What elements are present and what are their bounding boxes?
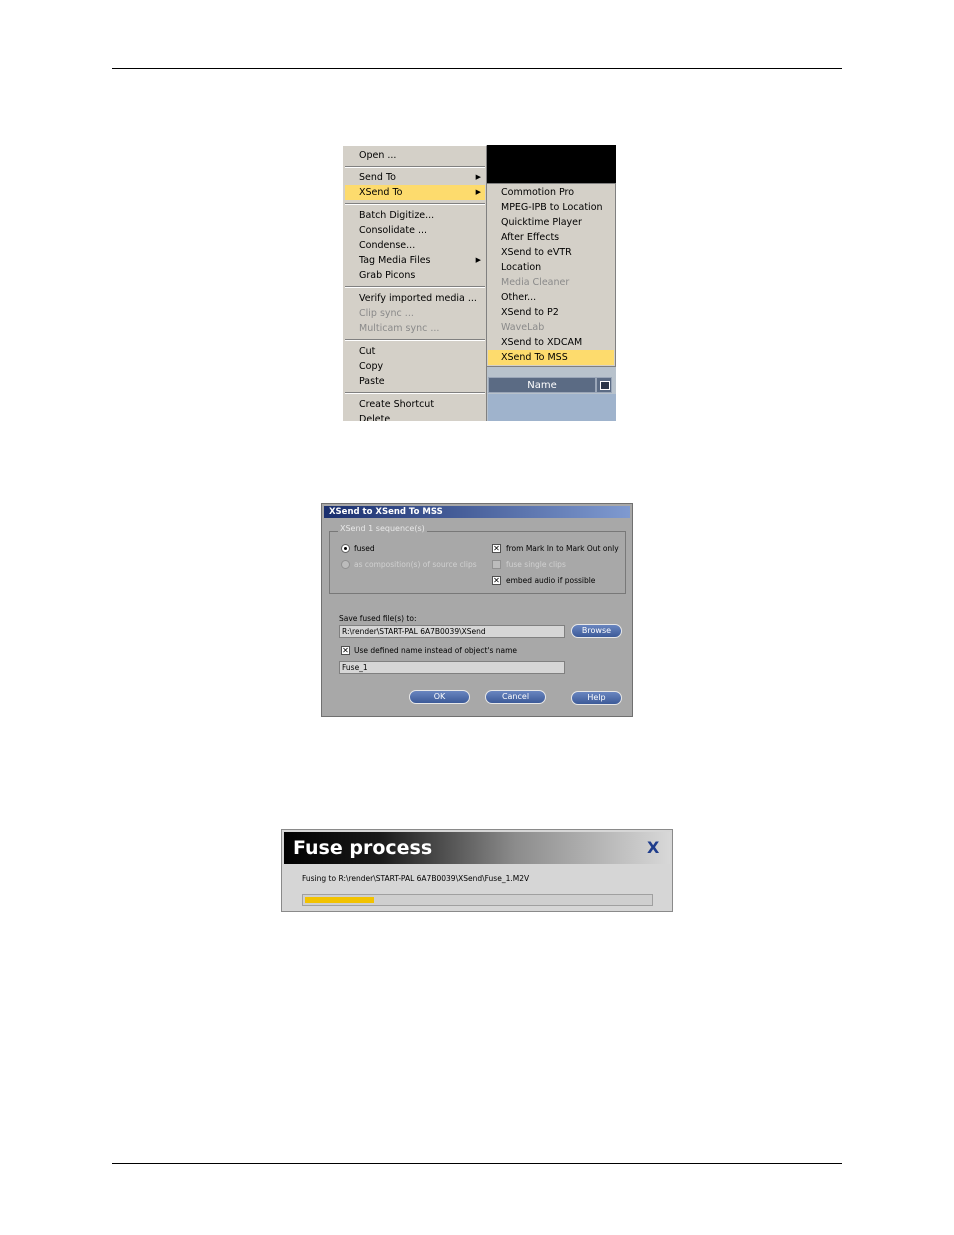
composition-radio-label: as composition(s) of source clips xyxy=(354,560,477,569)
menu-item-send-to[interactable]: Send To ▶ xyxy=(345,170,485,185)
ok-button[interactable]: OK xyxy=(409,690,470,704)
fuse-single-clips-checkbox xyxy=(492,560,501,569)
menu-item-create-shortcut[interactable]: Create Shortcut xyxy=(345,397,485,412)
submenu-item-other[interactable]: Other... xyxy=(488,290,614,305)
menu-item-consolidate[interactable]: Consolidate ... xyxy=(345,223,485,238)
header-rule xyxy=(112,68,842,69)
fuse-progress-bar xyxy=(302,894,653,906)
menu-item-xsend-to[interactable]: XSend To ▶ xyxy=(345,185,485,200)
menu-separator xyxy=(345,339,485,341)
menu-item-delete[interactable]: Delete xyxy=(345,412,485,421)
xsend-dialog: XSend to XSend To MSS XSend 1 sequence(s… xyxy=(321,503,633,717)
bin-column-header-name[interactable]: Name xyxy=(488,377,596,393)
group-label: XSend 1 sequence(s) xyxy=(338,524,427,533)
fused-radio[interactable] xyxy=(341,544,350,553)
submenu-item-xsend-mss[interactable]: XSend To MSS xyxy=(488,350,614,365)
bin-row[interactable] xyxy=(488,394,597,421)
submenu-item-xsend-evtr[interactable]: XSend to eVTR xyxy=(488,245,614,260)
menu-item-label: Tag Media Files xyxy=(359,255,431,266)
menu-item-label: XSend To xyxy=(359,187,403,198)
menu-item-verify-imported-media[interactable]: Verify imported media ... xyxy=(345,291,485,306)
footer-rule xyxy=(112,1163,842,1164)
submenu-item-quicktime-player[interactable]: Quicktime Player xyxy=(488,215,614,230)
embed-audio-label: embed audio if possible xyxy=(506,576,596,585)
bin-row-cell[interactable] xyxy=(596,394,616,421)
menu-separator xyxy=(345,166,485,168)
fuse-status-text: Fusing to R:\render\START-PAL 6A7B0039\X… xyxy=(302,874,530,883)
context-menu-screenshot: Open ... Send To ▶ XSend To ▶ Batch Digiti… xyxy=(342,145,616,421)
menu-item-copy[interactable]: Copy xyxy=(345,359,485,374)
submenu-arrow-icon: ▶ xyxy=(475,173,481,181)
fuse-single-clips-label: fuse single clips xyxy=(506,560,566,569)
menu-item-grab-picons[interactable]: Grab Picons xyxy=(345,268,485,283)
fuse-title: Fuse process xyxy=(293,837,433,859)
mark-in-out-checkbox[interactable]: ✕ xyxy=(492,544,501,553)
name-field[interactable]: Fuse_1 xyxy=(339,661,565,674)
help-button[interactable]: Help xyxy=(571,691,622,705)
submenu-item-mpeg-ipb[interactable]: MPEG-IPB to Location xyxy=(488,200,614,215)
menu-item-paste[interactable]: Paste xyxy=(345,374,485,389)
menu-item-clip-sync: Clip sync ... xyxy=(359,308,414,319)
menu-item-condense[interactable]: Condense... xyxy=(345,238,485,253)
fuse-process-window: Fuse process X Fusing to R:\render\START… xyxy=(281,829,673,912)
mark-in-out-label: from Mark In to Mark Out only xyxy=(506,544,619,553)
browse-button[interactable]: Browse xyxy=(571,624,622,638)
menu-item-cut[interactable]: Cut xyxy=(345,344,485,359)
fuse-title-bar: Fuse process X xyxy=(284,832,670,864)
menu-item-open[interactable]: Open ... xyxy=(345,148,485,163)
submenu-item-location[interactable]: Location xyxy=(488,260,614,275)
submenu-item-media-cleaner: Media Cleaner xyxy=(501,277,570,288)
dialog-title: XSend to XSend To MSS xyxy=(324,506,630,518)
fuse-progress-fill xyxy=(305,897,374,903)
monitor-area xyxy=(487,145,616,183)
menu-item-multicam-sync: Multicam sync ... xyxy=(359,323,440,334)
menu-separator xyxy=(345,286,485,288)
context-menu: Open ... Send To ▶ XSend To ▶ Batch Digiti… xyxy=(342,145,487,421)
menu-item-batch-digitize[interactable]: Batch Digitize... xyxy=(345,208,485,223)
menu-item-label: Send To xyxy=(359,172,396,183)
use-defined-name-checkbox[interactable]: ✕ xyxy=(341,646,350,655)
submenu-arrow-icon: ▶ xyxy=(475,256,481,264)
composition-radio xyxy=(341,560,350,569)
use-defined-name-label: Use defined name instead of object's nam… xyxy=(354,646,518,655)
submenu-item-wavelab: WaveLab xyxy=(501,322,545,333)
close-icon[interactable]: X xyxy=(647,838,659,857)
submenu-item-xsend-xdcam[interactable]: XSend to XDCAM xyxy=(488,335,614,350)
save-to-label: Save fused file(s) to: xyxy=(339,614,417,623)
menu-separator xyxy=(345,203,485,205)
save-path-field[interactable]: R:\render\START-PAL 6A7B0039\XSend xyxy=(339,625,565,638)
bin-column-monitor-icon[interactable] xyxy=(596,377,612,393)
submenu-item-commotion-pro[interactable]: Commotion Pro xyxy=(488,185,614,200)
menu-separator xyxy=(345,392,485,394)
submenu-arrow-icon: ▶ xyxy=(475,188,481,196)
xsend-submenu: Commotion Pro MPEG-IPB to Location Quick… xyxy=(486,183,616,367)
submenu-item-xsend-p2[interactable]: XSend to P2 xyxy=(488,305,614,320)
cancel-button[interactable]: Cancel xyxy=(485,690,546,704)
fused-radio-label: fused xyxy=(354,544,375,553)
menu-item-tag-media-files[interactable]: Tag Media Files ▶ xyxy=(345,253,485,268)
submenu-item-after-effects[interactable]: After Effects xyxy=(488,230,614,245)
embed-audio-checkbox[interactable]: ✕ xyxy=(492,576,501,585)
